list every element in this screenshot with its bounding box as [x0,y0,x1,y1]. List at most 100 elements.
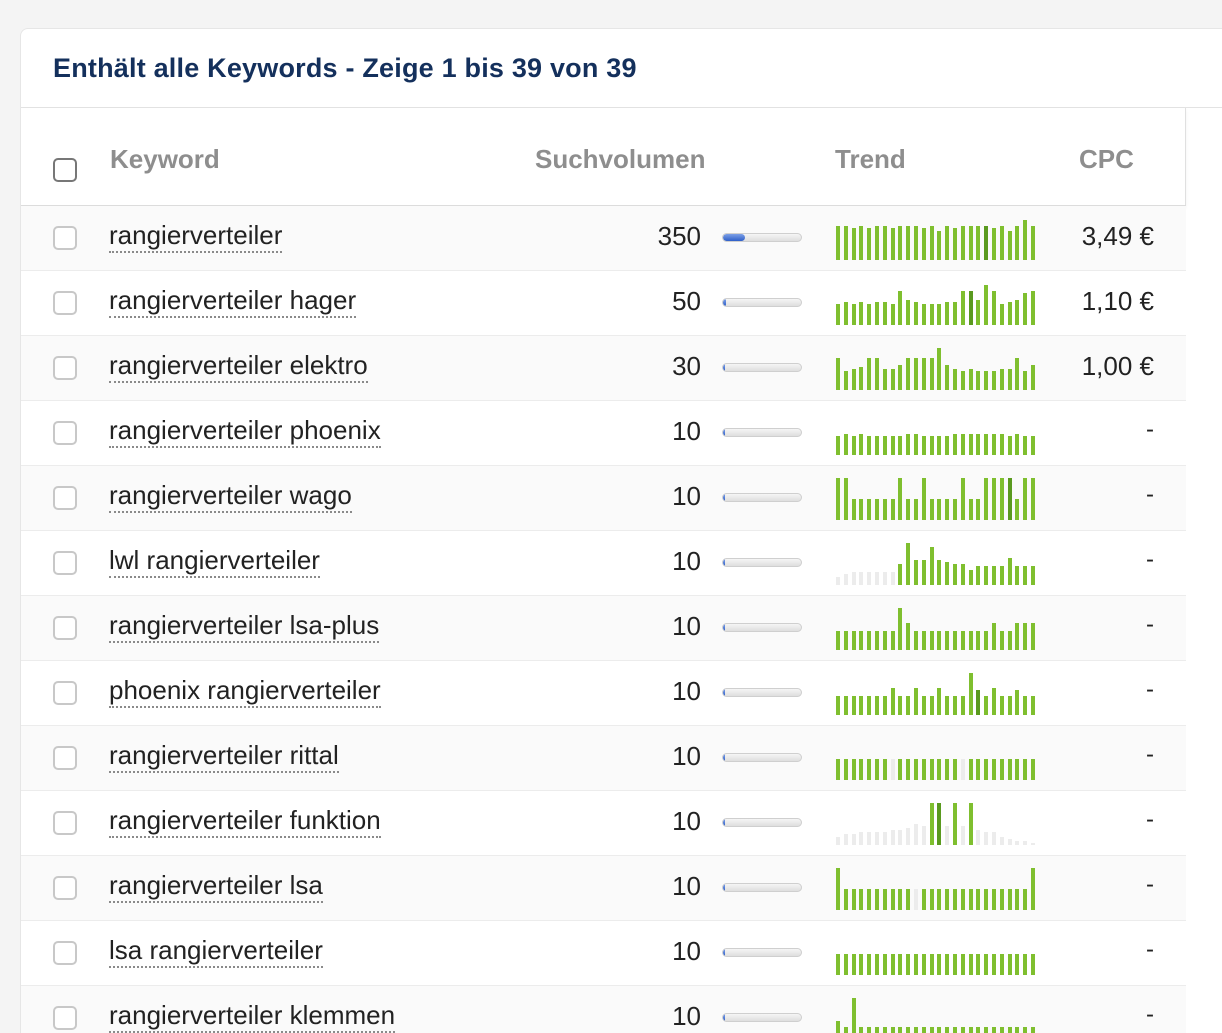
trend-sparkline[interactable] [836,996,1042,1033]
trend-sparkline[interactable] [836,866,1042,910]
keyword-link[interactable]: rangierverteiler klemmen [109,1000,396,1033]
trend-bar [960,954,965,975]
trend-bar [859,572,864,585]
row-checkbox[interactable] [53,486,77,510]
trend-bar [1030,868,1035,910]
checkbox-box[interactable] [53,876,77,900]
trend-bar [921,954,926,975]
table-row[interactable]: rangierverteiler hager 50 1,10 € [21,271,1186,336]
keyword-link[interactable]: rangierverteiler wago [109,480,352,513]
checkbox-box[interactable] [53,486,77,510]
keyword-link[interactable]: rangierverteiler phoenix [109,415,381,448]
table-row[interactable]: lwl rangierverteiler 10 - [21,531,1186,596]
table-row[interactable]: rangierverteiler phoenix 10 - [21,401,1186,466]
row-checkbox[interactable] [53,681,77,705]
keyword-link[interactable]: rangierverteiler hager [109,285,357,318]
trend-bar [976,300,981,325]
trend-sparkline[interactable] [836,736,1042,780]
trend-bar [960,434,965,455]
column-header-cpc[interactable]: CPC [1079,144,1134,175]
trend-bar [945,365,950,390]
trend-bar [906,300,911,325]
row-checkbox[interactable] [53,811,77,835]
search-volume-bar [722,948,802,957]
checkbox-box[interactable] [53,551,77,575]
checkbox-box[interactable] [53,746,77,770]
row-checkbox[interactable] [53,1006,77,1030]
table-row[interactable]: rangierverteiler wago 10 - [21,466,1186,531]
trend-bar [999,759,1004,780]
trend-sparkline[interactable] [836,606,1042,650]
trend-bar [836,358,840,390]
keyword-link[interactable]: rangierverteiler lsa-plus [109,610,380,643]
search-volume-value: 10 [672,1001,701,1031]
row-checkbox[interactable] [53,291,77,315]
trend-bar [976,566,981,585]
trend-sparkline[interactable] [836,801,1042,845]
row-checkbox[interactable] [53,226,77,250]
table-row[interactable]: rangierverteiler lsa 10 - [21,856,1186,921]
table-row[interactable]: phoenix rangierverteiler 10 - [21,661,1186,726]
row-checkbox[interactable] [53,356,77,380]
checkbox-box[interactable] [53,421,77,445]
trend-bar [874,696,879,715]
checkbox-box[interactable] [53,226,77,250]
table-row[interactable]: rangierverteiler klemmen 10 - [21,986,1186,1033]
keyword-link[interactable]: rangierverteiler lsa [109,870,323,903]
keyword-link[interactable]: rangierverteiler elektro [109,350,368,383]
table-row[interactable]: lsa rangierverteiler 10 - [21,921,1186,986]
select-all-checkbox[interactable] [53,158,77,182]
trend-bar [984,832,989,845]
row-checkbox[interactable] [53,876,77,900]
checkbox-box[interactable] [53,291,77,315]
checkbox-box[interactable] [53,158,77,182]
checkbox-box[interactable] [53,811,77,835]
trend-bar [1023,954,1028,975]
trend-bar [999,954,1004,975]
trend-sparkline[interactable] [836,476,1042,520]
trend-bar [882,631,887,650]
row-checkbox[interactable] [53,616,77,640]
trend-bar [984,566,989,585]
checkbox-box[interactable] [53,356,77,380]
trend-sparkline[interactable] [836,346,1042,390]
trend-bar [960,226,965,260]
trend-bar [836,577,840,585]
trend-sparkline[interactable] [836,541,1042,585]
table-row[interactable]: rangierverteiler elektro 30 1,00 € [21,336,1186,401]
trend-bar [851,998,856,1033]
keyword-link[interactable]: phoenix rangierverteiler [109,675,381,708]
table-row[interactable]: rangierverteiler lsa-plus 10 - [21,596,1186,661]
trend-bar [913,889,918,910]
row-checkbox[interactable] [53,746,77,770]
row-checkbox[interactable] [53,551,77,575]
row-checkbox[interactable] [53,941,77,965]
checkbox-box[interactable] [53,1006,77,1030]
keyword-link[interactable]: lsa rangierverteiler [109,935,323,968]
keyword-link[interactable]: rangierverteiler funktion [109,805,381,838]
checkbox-box[interactable] [53,941,77,965]
search-volume-value: 10 [672,611,701,641]
trend-bar [991,832,996,845]
keyword-link[interactable]: rangierverteiler rittal [109,740,339,773]
column-header-keyword[interactable]: Keyword [110,144,220,175]
trend-bar [929,499,934,520]
checkbox-box[interactable] [53,616,77,640]
column-header-trend[interactable]: Trend [835,144,906,175]
trend-bar [1015,226,1020,260]
trend-bar [890,631,895,650]
trend-bar [882,302,887,325]
trend-sparkline[interactable] [836,931,1042,975]
table-row[interactable]: rangierverteiler 350 3,49 € [21,206,1186,271]
row-checkbox[interactable] [53,421,77,445]
checkbox-box[interactable] [53,681,77,705]
keyword-link[interactable]: lwl rangierverteiler [109,545,320,578]
column-header-volume[interactable]: Suchvolumen [535,144,705,175]
table-row[interactable]: rangierverteiler rittal 10 - [21,726,1186,791]
trend-sparkline[interactable] [836,671,1042,715]
trend-sparkline[interactable] [836,281,1042,325]
trend-sparkline[interactable] [836,216,1042,260]
trend-sparkline[interactable] [836,411,1042,455]
keyword-link[interactable]: rangierverteiler [109,220,283,253]
table-row[interactable]: rangierverteiler funktion 10 - [21,791,1186,856]
